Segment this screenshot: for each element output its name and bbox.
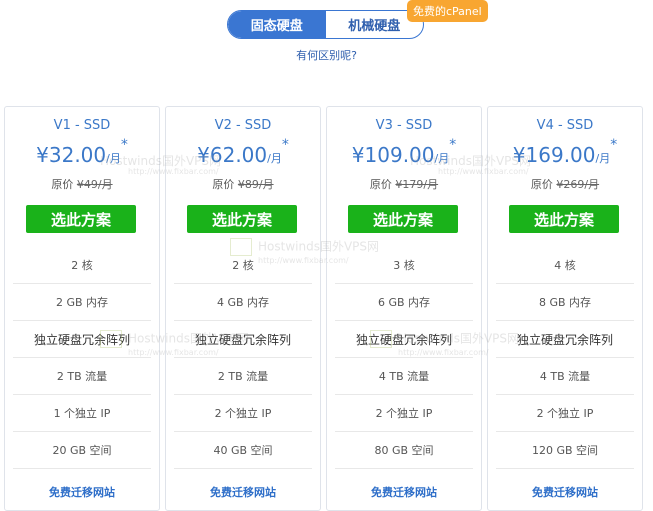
feature-storage: 40 GB 空间: [174, 432, 312, 469]
feature-cores: 2 核: [13, 247, 151, 284]
feature-traffic: 4 TB 流量: [496, 358, 634, 395]
feature-list: 2 核 4 GB 内存 独立硬盘冗余阵列 2 TB 流量 2 个独立 IP 40…: [174, 247, 312, 469]
feature-raid: 独立硬盘冗余阵列: [174, 321, 312, 358]
feature-traffic: 2 TB 流量: [13, 358, 151, 395]
original-price: 原价 ¥179/月: [369, 178, 439, 191]
feature-list: 3 核 6 GB 内存 独立硬盘冗余阵列 4 TB 流量 2 个独立 IP 80…: [335, 247, 473, 469]
feature-cores: 3 核: [335, 247, 473, 284]
feature-storage: 120 GB 空间: [496, 432, 634, 469]
select-plan-button[interactable]: 选此方案: [26, 205, 136, 233]
plan-card-v1: V1 - SSD ¥32.00/月* 原价 ¥49/月 选此方案 2 核 2 G…: [4, 106, 160, 511]
plan-card-v4: V4 - SSD ¥169.00/月* 原价 ¥269/月 选此方案 4 核 8…: [487, 106, 643, 511]
feature-ip: 2 个独立 IP: [335, 395, 473, 432]
difference-link[interactable]: 有何区别呢?: [0, 47, 653, 63]
plan-card-v2: V2 - SSD ¥62.00/月* 原价 ¥89/月 选此方案 2 核 4 G…: [165, 106, 321, 511]
select-plan-button[interactable]: 选此方案: [187, 205, 297, 233]
plan-card-v3: V3 - SSD ¥109.00/月* 原价 ¥179/月 选此方案 3 核 6…: [326, 106, 482, 511]
feature-raid: 独立硬盘冗余阵列: [13, 321, 151, 358]
free-migration-link[interactable]: 免费迁移网站: [5, 484, 159, 500]
plan-cards: V1 - SSD ¥32.00/月* 原价 ¥49/月 选此方案 2 核 2 G…: [4, 106, 652, 511]
feature-traffic: 2 TB 流量: [174, 358, 312, 395]
free-migration-link[interactable]: 免费迁移网站: [166, 484, 320, 500]
free-migration-link[interactable]: 免费迁移网站: [488, 484, 642, 500]
feature-list: 4 核 8 GB 内存 独立硬盘冗余阵列 4 TB 流量 2 个独立 IP 12…: [496, 247, 634, 469]
plan-price: ¥169.00/月*: [512, 137, 618, 167]
feature-traffic: 4 TB 流量: [335, 358, 473, 395]
plan-name: V4 - SSD: [536, 118, 594, 133]
plan-name: V1 - SSD: [53, 118, 111, 133]
free-migration-link[interactable]: 免费迁移网站: [327, 484, 481, 500]
tab-ssd[interactable]: 固态硬盘: [228, 11, 326, 38]
feature-ip: 2 个独立 IP: [496, 395, 634, 432]
feature-memory: 2 GB 内存: [13, 284, 151, 321]
feature-raid: 独立硬盘冗余阵列: [335, 321, 473, 358]
feature-list: 2 核 2 GB 内存 独立硬盘冗余阵列 2 TB 流量 1 个独立 IP 20…: [13, 247, 151, 469]
feature-ip: 2 个独立 IP: [174, 395, 312, 432]
feature-cores: 2 核: [174, 247, 312, 284]
feature-cores: 4 核: [496, 247, 634, 284]
plan-name: V3 - SSD: [375, 118, 433, 133]
select-plan-button[interactable]: 选此方案: [348, 205, 458, 233]
feature-memory: 6 GB 内存: [335, 284, 473, 321]
feature-raid: 独立硬盘冗余阵列: [496, 321, 634, 358]
feature-memory: 4 GB 内存: [174, 284, 312, 321]
select-plan-button[interactable]: 选此方案: [509, 205, 619, 233]
disk-type-toggle: 固态硬盘 机械硬盘: [227, 10, 424, 39]
plan-price: ¥109.00/月*: [351, 137, 457, 167]
original-price: 原价 ¥89/月: [212, 178, 274, 191]
plan-price: ¥62.00/月*: [197, 137, 289, 167]
feature-storage: 20 GB 空间: [13, 432, 151, 469]
original-price: 原价 ¥49/月: [51, 178, 113, 191]
free-cpanel-badge: 免费的cPanel: [407, 0, 488, 22]
original-price: 原价 ¥269/月: [530, 178, 600, 191]
feature-storage: 80 GB 空间: [335, 432, 473, 469]
feature-memory: 8 GB 内存: [496, 284, 634, 321]
feature-ip: 1 个独立 IP: [13, 395, 151, 432]
plan-price: ¥32.00/月*: [36, 137, 128, 167]
plan-name: V2 - SSD: [214, 118, 272, 133]
